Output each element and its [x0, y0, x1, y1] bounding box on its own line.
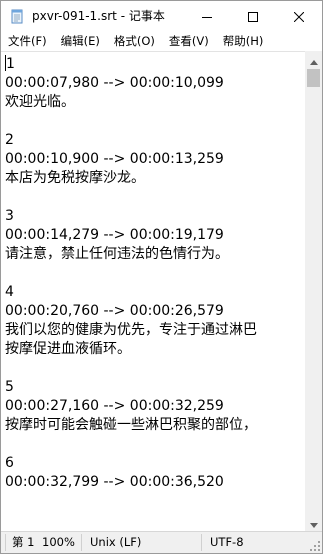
text-line: 00:00:07,980 --> 00:00:10,099 — [5, 75, 224, 91]
status-bar: 第 1 100% Unix (LF) UTF-8 — [1, 531, 322, 553]
menu-view[interactable]: 查看(V) — [162, 31, 216, 51]
text-line — [5, 511, 305, 530]
text-line: 请注意，禁止任何违法的色情行为。 — [5, 246, 229, 262]
text-line — [5, 264, 305, 283]
text-line: 2 — [5, 132, 14, 148]
text-line: 4 — [5, 284, 14, 300]
status-line-ending: Unix (LF) — [90, 535, 142, 549]
maximize-button[interactable] — [230, 1, 276, 31]
text-line — [5, 359, 305, 378]
notepad-window: pxvr-091-1.srt - 记事本 文件(F) 编辑(E) 格式(O) 查… — [0, 0, 323, 554]
scroll-thumb[interactable] — [307, 69, 320, 87]
status-zoom: 100% — [42, 535, 75, 549]
menu-edit[interactable]: 编辑(E) — [54, 31, 107, 51]
menu-file[interactable]: 文件(F) — [1, 31, 54, 51]
maximize-icon — [248, 7, 258, 26]
text-line — [5, 112, 305, 131]
arrow-up-icon — [309, 50, 318, 69]
text-line: 我们以您的健康为优先，专注于通过淋巴 — [5, 322, 257, 338]
text-line: 5 — [5, 379, 14, 395]
text-line: 按摩时可能会触碰一些淋巴积聚的部位， — [5, 417, 257, 433]
text-line — [5, 435, 305, 454]
text-line: 6 — [5, 455, 14, 471]
notepad-icon — [9, 8, 25, 24]
text-line: 欢迎光临。 — [5, 94, 75, 110]
text-editor[interactable]: 1 00:00:07,980 --> 00:00:10,099 欢迎光临。 2 00:0… — [1, 51, 305, 531]
arrow-down-icon — [309, 513, 318, 532]
window-title: pxvr-091-1.srt - 记事本 — [32, 9, 165, 23]
text-line — [5, 188, 305, 207]
text-line: 00:00:20,760 --> 00:00:26,579 — [5, 303, 224, 319]
minimize-icon — [202, 7, 212, 26]
status-divider — [201, 534, 202, 551]
menu-format[interactable]: 格式(O) — [107, 31, 162, 51]
close-button[interactable] — [276, 1, 322, 31]
menu-bar: 文件(F) 编辑(E) 格式(O) 查看(V) 帮助(H) — [1, 31, 322, 51]
close-icon — [293, 7, 305, 26]
status-divider — [81, 534, 82, 551]
editor-content[interactable]: 1 00:00:07,980 --> 00:00:10,099 欢迎光临。 2 00:0… — [5, 55, 305, 530]
status-encoding: UTF-8 — [210, 535, 244, 549]
text-line: 3 — [5, 208, 14, 224]
text-line: 00:00:14,279 --> 00:00:19,179 — [5, 227, 224, 243]
text-line: 00:00:27,160 --> 00:00:32,259 — [5, 398, 224, 414]
menu-help[interactable]: 帮助(H) — [216, 31, 271, 51]
resize-grip-icon[interactable] — [309, 540, 321, 552]
text-line: 按摩促进血液循环。 — [5, 341, 131, 357]
text-line: 00:00:10,900 --> 00:00:13,259 — [5, 151, 224, 167]
title-bar[interactable]: pxvr-091-1.srt - 记事本 — [1, 1, 322, 31]
vertical-scrollbar[interactable] — [305, 51, 322, 531]
text-line: 1 — [5, 55, 305, 74]
scroll-down-button[interactable] — [305, 514, 322, 531]
text-line: 00:00:32,799 --> 00:00:36,520 — [5, 474, 224, 490]
scroll-up-button[interactable] — [305, 51, 322, 68]
status-position: 第 1 — [12, 535, 35, 549]
text-line — [5, 492, 305, 511]
minimize-button[interactable] — [184, 1, 230, 31]
text-line-content: 1 — [6, 56, 15, 72]
status-divider — [5, 534, 6, 551]
text-line: 本店为免税按摩沙龙。 — [5, 170, 145, 186]
